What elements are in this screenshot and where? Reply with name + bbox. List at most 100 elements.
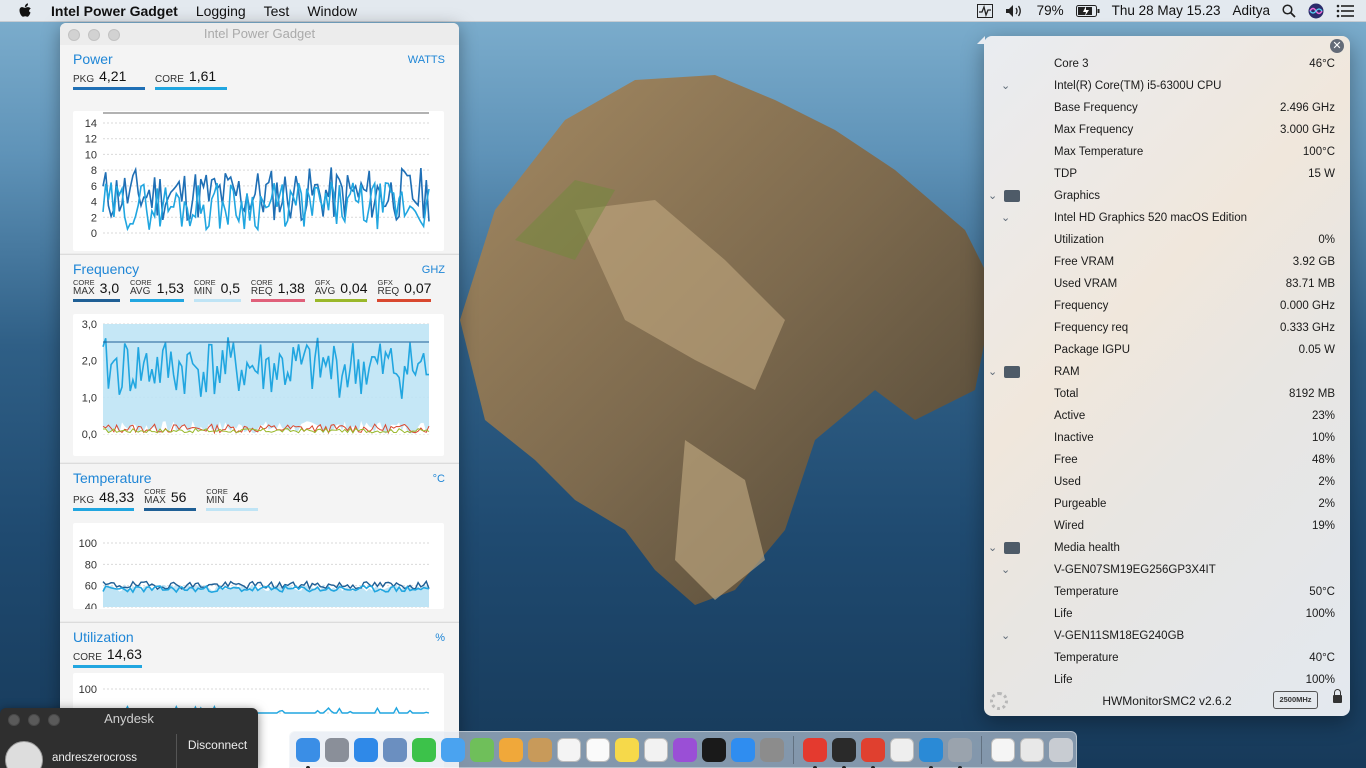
- section-unit: WATTS: [407, 54, 445, 66]
- sensor-row[interactable]: Package IGPU 0.05 W: [984, 339, 1350, 361]
- utilization-metrics: CORE 14,63: [73, 647, 142, 668]
- hwmonitor-icon[interactable]: [861, 737, 885, 768]
- metric-label-main: MIN: [206, 495, 225, 506]
- battery-percent[interactable]: 79%: [1037, 3, 1064, 18]
- cpu-frequency-badge[interactable]: 2500MHz: [1273, 691, 1318, 709]
- photos-icon[interactable]: [499, 737, 523, 762]
- sensor-row[interactable]: Total 8192 MB: [984, 383, 1350, 405]
- lock-icon[interactable]: [1333, 689, 1342, 703]
- sensor-row[interactable]: Max Temperature 100°C: [984, 141, 1350, 163]
- textedit-icon[interactable]: [890, 737, 914, 762]
- app-menu[interactable]: Intel Power Gadget: [42, 0, 187, 22]
- zoom-button[interactable]: [108, 29, 120, 41]
- disconnect-button[interactable]: Disconnect: [176, 734, 258, 768]
- sensor-row[interactable]: Temperature 50°C: [984, 581, 1350, 603]
- sensor-name: Intel HD Graphics 520 macOS Edition: [1054, 212, 1248, 224]
- sensor-row[interactable]: ⌄ Graphics: [984, 185, 1350, 207]
- apple-icon[interactable]: [18, 2, 34, 19]
- chevron-down-icon[interactable]: ⌄: [1001, 75, 1010, 97]
- facetime-icon[interactable]: [412, 737, 436, 762]
- sensor-row[interactable]: Max Frequency 3.000 GHz: [984, 119, 1350, 141]
- metric-label-main: MIN: [193, 286, 213, 297]
- power-gadget-icon[interactable]: [919, 737, 943, 768]
- window-menu[interactable]: Window: [298, 0, 366, 22]
- logging-menu[interactable]: Logging: [187, 0, 255, 22]
- y-tick-label: 14: [85, 118, 97, 130]
- sensor-row[interactable]: Free 48%: [984, 449, 1350, 471]
- test-menu[interactable]: Test: [255, 0, 299, 22]
- preview-icon[interactable]: [383, 737, 407, 762]
- minimize-button[interactable]: [28, 714, 40, 726]
- ram-icon: [1004, 366, 1020, 378]
- metric-label: CORE AVG: [130, 279, 152, 297]
- sensor-row[interactable]: ⌄ Intel(R) Core(TM) i5-6300U CPU: [984, 75, 1350, 97]
- sensor-row[interactable]: Wired 19%: [984, 515, 1350, 537]
- document-icon[interactable]: [991, 737, 1015, 762]
- messages-icon[interactable]: [441, 737, 465, 762]
- minimize-button[interactable]: [88, 29, 100, 41]
- sensor-row[interactable]: Utilization 0%: [984, 229, 1350, 251]
- notes-icon[interactable]: [615, 737, 639, 762]
- terminal-icon[interactable]: [832, 737, 856, 768]
- finder-icon[interactable]: [296, 737, 320, 768]
- podcasts-icon[interactable]: [673, 737, 697, 762]
- zoom-button[interactable]: [48, 714, 60, 726]
- anydesk-icon[interactable]: [803, 737, 827, 768]
- sensor-row[interactable]: Used VRAM 83.71 MB: [984, 273, 1350, 295]
- sensor-row[interactable]: Frequency req 0.333 GHz: [984, 317, 1350, 339]
- sensor-value: 19%: [1311, 520, 1335, 532]
- sensor-row[interactable]: Base Frequency 2.496 GHz: [984, 97, 1350, 119]
- sensor-row[interactable]: ⌄ Intel HD Graphics 520 macOS Edition: [984, 207, 1350, 229]
- system-preferences-icon[interactable]: [760, 737, 784, 762]
- chevron-down-icon[interactable]: ⌄: [988, 185, 997, 207]
- close-button[interactable]: [68, 29, 80, 41]
- clock[interactable]: Thu 28 May 15.23: [1112, 3, 1221, 18]
- metric-min: CORE MIN 46: [206, 488, 259, 511]
- close-icon[interactable]: ✕: [1330, 39, 1344, 53]
- app-store-icon[interactable]: [731, 737, 755, 762]
- maps-icon[interactable]: [470, 737, 494, 762]
- y-tick-label: 10: [85, 149, 97, 161]
- sensor-row[interactable]: Core 3 46°C: [984, 53, 1350, 75]
- reminders-icon[interactable]: [586, 737, 610, 762]
- calendar-icon[interactable]: [557, 737, 581, 762]
- sensor-row[interactable]: TDP 15 W: [984, 163, 1350, 185]
- y-tick-label: 40: [85, 602, 97, 609]
- sensor-row[interactable]: Active 23%: [984, 405, 1350, 427]
- activity-monitor-icon[interactable]: [976, 3, 993, 18]
- sensor-row[interactable]: Temperature 40°C: [984, 647, 1350, 669]
- battery-icon[interactable]: [1075, 4, 1100, 17]
- uploader-icon[interactable]: [948, 737, 972, 768]
- siri-icon[interactable]: [1308, 3, 1324, 19]
- temperature-section: Temperature °C PKG 48,33 CORE MAX 56 CORE MIN 4…: [60, 463, 459, 621]
- notification-center-icon[interactable]: [1336, 4, 1354, 18]
- sensor-row[interactable]: ⌄ RAM: [984, 361, 1350, 383]
- chevron-down-icon[interactable]: ⌄: [1001, 625, 1010, 647]
- section-title: Temperature: [73, 470, 152, 486]
- trash-icon[interactable]: [1049, 737, 1073, 762]
- title-bar[interactable]: Intel Power Gadget: [60, 23, 459, 45]
- sensor-row[interactable]: Inactive 10%: [984, 427, 1350, 449]
- volume-icon[interactable]: [1005, 4, 1025, 18]
- sensor-row[interactable]: ⌄ V-GEN07SM19EG256GP3X4IT: [984, 559, 1350, 581]
- chevron-down-icon[interactable]: ⌄: [988, 537, 997, 559]
- sensor-row[interactable]: ⌄ Media health: [984, 537, 1350, 559]
- sensor-row[interactable]: Used 2%: [984, 471, 1350, 493]
- sensor-row[interactable]: Life 100%: [984, 603, 1350, 625]
- sensor-row[interactable]: ⌄ V-GEN11SM18EG240GB: [984, 625, 1350, 647]
- tv-icon[interactable]: [702, 737, 726, 762]
- chevron-down-icon[interactable]: ⌄: [1001, 559, 1010, 581]
- user-name[interactable]: Aditya: [1232, 3, 1270, 18]
- search-icon[interactable]: [1282, 3, 1296, 18]
- launchpad-icon[interactable]: [325, 737, 349, 762]
- safari-icon[interactable]: [354, 737, 378, 762]
- sensor-row[interactable]: Free VRAM 3.92 GB: [984, 251, 1350, 273]
- screenshot-icon[interactable]: [1020, 737, 1044, 762]
- music-icon[interactable]: [644, 737, 668, 762]
- chevron-down-icon[interactable]: ⌄: [1001, 207, 1010, 229]
- sensor-row[interactable]: Frequency 0.000 GHz: [984, 295, 1350, 317]
- chevron-down-icon[interactable]: ⌄: [988, 361, 997, 383]
- sensor-row[interactable]: Purgeable 2%: [984, 493, 1350, 515]
- contacts-icon[interactable]: [528, 737, 552, 762]
- close-button[interactable]: [8, 714, 20, 726]
